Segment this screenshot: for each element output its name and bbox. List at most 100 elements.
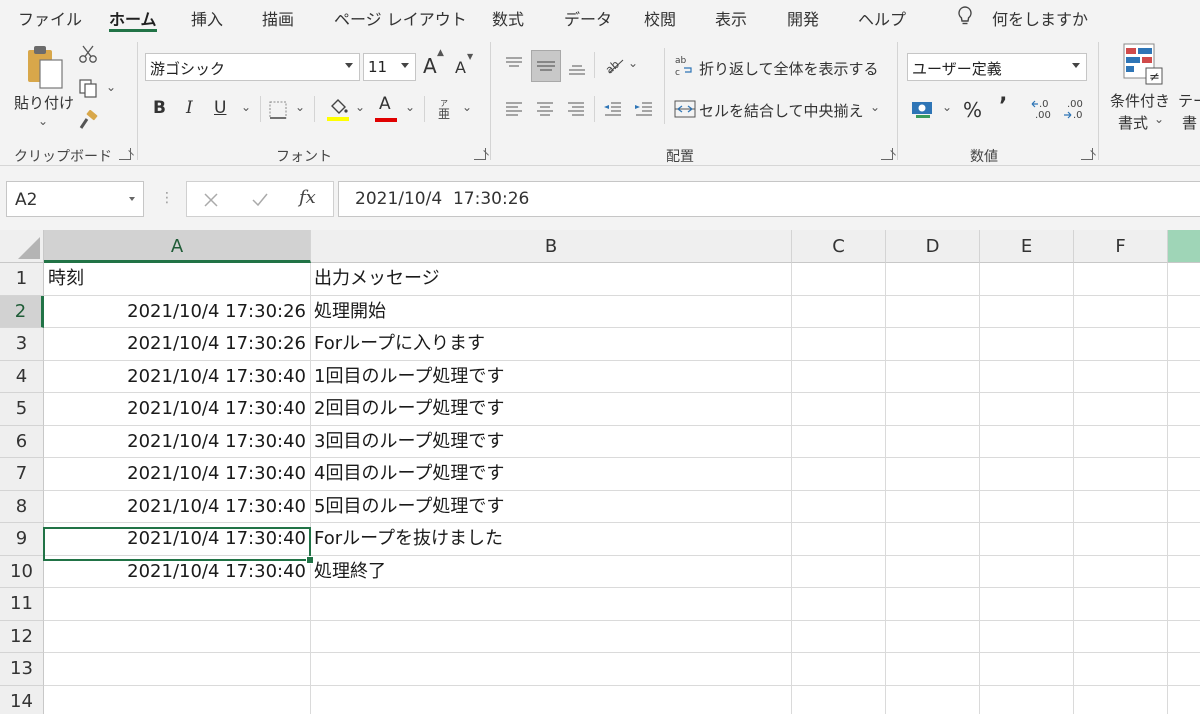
format-as-table-label-2[interactable]: 書 [1182,112,1197,133]
copy-dropdown-chevron[interactable]: ⌄ [106,80,116,94]
accounting-dropdown-chevron[interactable]: ⌄ [942,100,952,114]
conditional-formatting-label-2[interactable]: 書式 [1118,112,1148,133]
column-header-a[interactable]: A [44,230,311,263]
grow-font-button[interactable]: A [423,54,437,78]
cancel-icon[interactable] [203,192,219,208]
tab-developer[interactable]: 開発 [787,6,819,30]
format-painter-icon[interactable] [78,110,100,132]
font-dialog-launcher-icon[interactable] [474,148,486,160]
align-middle-button[interactable] [531,50,561,82]
font-size-select[interactable]: 11 [363,53,416,81]
row-header[interactable]: 13 [0,653,44,686]
formula-input[interactable]: 2021/10/4 17:30:26 [338,181,1200,217]
italic-button[interactable]: I [186,98,193,118]
text-orientation-icon[interactable]: ab [603,54,625,76]
conditional-dropdown-chevron[interactable]: ⌄ [1154,112,1164,126]
cell-b[interactable]: 2回目のループ処理です [311,393,791,426]
cell-a[interactable]: 2021/10/4 17:30:40 [44,458,310,491]
tab-draw[interactable]: 描画 [262,6,294,30]
row-header[interactable]: 12 [0,620,44,653]
cell-b[interactable]: 1回目のループ処理です [311,361,791,394]
align-bottom-icon[interactable] [565,54,589,78]
align-top-icon[interactable] [502,54,526,78]
active-cell-selection[interactable] [43,527,314,564]
row-header[interactable]: 4 [0,360,44,393]
tab-view[interactable]: 表示 [715,6,747,30]
cell-b[interactable]: 処理開始 [311,296,791,329]
column-header-c[interactable]: C [792,230,886,263]
cell-b[interactable]: 4回目のループ処理です [311,458,791,491]
font-color-dropdown-chevron[interactable]: ⌄ [405,100,415,114]
conditional-formatting-label[interactable]: 条件付き [1110,90,1170,111]
tab-home[interactable]: ホーム [109,6,157,30]
merge-center-button[interactable]: セルを結合して中央揃え [699,100,864,121]
align-left-icon[interactable] [502,98,526,122]
row-header[interactable]: 10 [0,555,44,588]
clipboard-dialog-launcher-icon[interactable] [119,148,131,160]
drag-handle-icon[interactable]: ⋮ [160,190,174,206]
row-header[interactable]: 6 [0,425,44,458]
cell-a[interactable]: 2021/10/4 17:30:40 [44,426,310,459]
cell-b[interactable]: Forループを抜けました [311,523,791,556]
wrap-text-icon[interactable]: ab c [674,54,694,78]
cell-b[interactable]: 5回目のループ処理です [311,491,791,524]
phonetic-guide-icon[interactable]: ア 亜 [436,98,454,120]
tab-data[interactable]: データ [564,6,612,30]
borders-icon[interactable] [268,100,288,120]
increase-indent-icon[interactable] [632,98,656,122]
orientation-dropdown-chevron[interactable]: ⌄ [628,56,638,70]
cell-b[interactable]: 出力メッセージ [311,263,791,296]
column-header-f[interactable]: F [1074,230,1168,263]
row-header[interactable]: 14 [0,685,44,714]
column-header-b[interactable]: B [311,230,792,263]
column-header-d[interactable]: D [886,230,980,263]
font-color-button[interactable]: A [379,94,391,114]
cell-b[interactable]: 3回目のループ処理です [311,426,791,459]
decrease-decimal-icon[interactable]: .00 .0 [1062,96,1088,122]
increase-decimal-icon[interactable]: .0 .00 [1030,96,1056,122]
copy-icon[interactable] [78,78,98,98]
tab-help[interactable]: ヘルプ [858,6,906,30]
paste-icon[interactable] [24,42,68,92]
tab-formulas[interactable]: 数式 [492,6,524,30]
row-header[interactable]: 1 [0,263,44,296]
phonetic-dropdown-chevron[interactable]: ⌄ [462,100,472,114]
fill-color-dropdown-chevron[interactable]: ⌄ [355,100,365,114]
number-format-select[interactable]: ユーザー定義 [907,53,1087,81]
enter-check-icon[interactable] [251,192,269,208]
row-header[interactable]: 9 [0,523,44,556]
align-right-icon[interactable] [564,98,588,122]
font-name-select[interactable]: 游ゴシック [145,53,360,81]
decrease-indent-icon[interactable] [601,98,625,122]
merge-dropdown-chevron[interactable]: ⌄ [870,100,880,114]
tell-me-search[interactable]: 何をしますか [992,6,1088,30]
fill-color-icon[interactable] [326,96,350,122]
scissors-icon[interactable] [78,44,98,64]
tab-page-layout[interactable]: ページ レイアウト [334,6,467,30]
cell-a[interactable]: 2021/10/4 17:30:40 [44,393,310,426]
align-center-icon[interactable] [533,98,557,122]
cell-a[interactable]: 2021/10/4 17:30:40 [44,491,310,524]
insert-function-icon[interactable]: fx [299,187,316,208]
cell-b[interactable]: Forループに入ります [311,328,791,361]
row-header[interactable]: 2 [0,295,44,328]
paste-button-label[interactable]: 貼り付け [14,92,74,113]
borders-dropdown-chevron[interactable]: ⌄ [295,100,305,114]
number-dialog-launcher-icon[interactable] [1081,148,1093,160]
cell-a[interactable]: 2021/10/4 17:30:26 [44,296,310,329]
row-header[interactable]: 7 [0,458,44,491]
wrap-text-button[interactable]: 折り返して全体を表示する [699,58,879,79]
lightbulb-icon[interactable] [956,4,974,28]
name-box[interactable]: A2 [6,181,144,217]
column-header-g-partial[interactable] [1168,230,1200,263]
merge-center-icon[interactable] [674,98,696,120]
row-header[interactable]: 3 [0,328,44,361]
cell-a[interactable]: 時刻 [44,263,310,296]
alignment-dialog-launcher-icon[interactable] [881,148,893,160]
tab-review[interactable]: 校閲 [644,6,676,30]
row-header[interactable]: 11 [0,588,44,621]
cell-a[interactable]: 2021/10/4 17:30:40 [44,361,310,394]
conditional-formatting-icon[interactable]: ≠ [1122,42,1164,86]
format-as-table-label[interactable]: テー [1178,90,1200,111]
tab-file[interactable]: ファイル [18,6,82,30]
